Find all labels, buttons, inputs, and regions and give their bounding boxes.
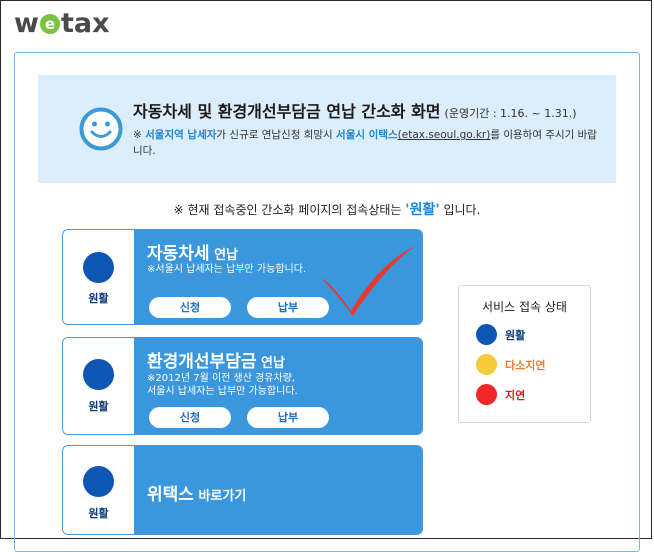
legend-label: 다소지연 [505, 359, 546, 372]
apply-button[interactable]: 신청 [149, 297, 231, 318]
card-note-line-2: 서울시 납세자는 납부만 가능합니다. [147, 386, 298, 397]
card-title: 환경개선부담금 연납 [147, 347, 285, 372]
etax-url-link[interactable]: (etax.seoul.go.kr) [398, 129, 491, 141]
pay-button[interactable]: 납부 [247, 297, 329, 318]
card-environment-charge: 원활 환경개선부담금 연납 ※2012년 7월 이전 생산 경유차량, 서울시 … [62, 337, 423, 435]
legend-label: 원활 [505, 329, 526, 342]
card-title-text: 자동차세 [147, 244, 210, 264]
smiley-icon [79, 107, 123, 151]
notice-title-text: 자동차세 및 환경개선부담금 연납 간소화 화면 [133, 102, 441, 121]
status-dot-icon [83, 359, 114, 390]
service-status-legend: 서비스 접속 상태 원활 다소지연 지연 [458, 285, 591, 423]
wetax-logo[interactable]: w e tax [14, 8, 110, 39]
status-dot-icon [476, 324, 497, 345]
operation-period: (운영기간 : 1.16. ~ 1.31.) [444, 107, 577, 120]
checkmark-icon [321, 246, 415, 316]
card-title: 자동차세 연납 [147, 239, 238, 264]
notice-mid-text: 가 신규로 연납신청 희망시 [216, 129, 337, 141]
card-title-text: 위택스 [147, 485, 194, 505]
status-word: '원활' [405, 202, 440, 218]
card-note-line-1: ※2012년 7월 이전 생산 경유차량, [147, 373, 296, 384]
status-line-suffix: 입니다. [439, 203, 481, 217]
card-status-label: 원활 [88, 507, 109, 520]
status-dot-icon [476, 354, 497, 375]
status-dot-icon [83, 252, 114, 283]
seoul-taxpayer-text: 서울지역 납세자 [145, 129, 217, 141]
card-title: 위택스 바로가기 [147, 480, 246, 505]
card-status-area: 원활 [63, 446, 134, 534]
connection-status-line: ※ 현재 접속중인 간소화 페이지의 접속상태는 '원활' 입니다. [0, 199, 654, 219]
card-main-area: 위택스 바로가기 [134, 446, 422, 534]
logo-text-w: w [14, 8, 39, 39]
card-status-label: 원활 [88, 292, 109, 305]
logo-text-tax: tax [60, 8, 110, 39]
legend-label: 지연 [505, 389, 526, 402]
card-wetax-shortcut[interactable]: 원활 위택스 바로가기 [62, 445, 423, 535]
seoul-etax-link[interactable]: 서울시 이택스 [336, 129, 398, 141]
card-status-area: 원활 [63, 230, 134, 324]
status-line-prefix: ※ 현재 접속중인 간소화 페이지의 접속상태는 [173, 203, 406, 217]
notice-box: 자동차세 및 환경개선부담금 연납 간소화 화면 (운영기간 : 1.16. ~ … [38, 75, 616, 183]
card-status-area: 원활 [63, 338, 134, 434]
card-status-label: 원활 [88, 400, 109, 413]
legend-title: 서비스 접속 상태 [482, 300, 567, 314]
card-title-suffix: 연납 [256, 356, 285, 371]
notice-body: ※ 서울지역 납세자가 신규로 연납신청 희망시 서울시 이택스(etax.se… [133, 127, 603, 159]
notice-title: 자동차세 및 환경개선부담금 연납 간소화 화면 (운영기간 : 1.16. ~ … [133, 98, 577, 122]
card-main-area: 환경개선부담금 연납 ※2012년 7월 이전 생산 경유차량, 서울시 납세자… [134, 338, 422, 434]
card-note: ※서울시 납세자는 납부만 가능합니다. [147, 264, 307, 275]
notice-prefix: ※ [133, 129, 146, 141]
card-title-suffix: 바로가기 [193, 489, 247, 504]
apply-button[interactable]: 신청 [149, 407, 231, 428]
card-title-suffix: 연납 [209, 248, 239, 263]
status-dot-icon [83, 466, 114, 497]
logo-e-circle: e [39, 14, 60, 34]
card-title-text: 환경개선부담금 [147, 352, 257, 372]
status-dot-icon [476, 384, 497, 405]
pay-button[interactable]: 납부 [247, 407, 329, 428]
